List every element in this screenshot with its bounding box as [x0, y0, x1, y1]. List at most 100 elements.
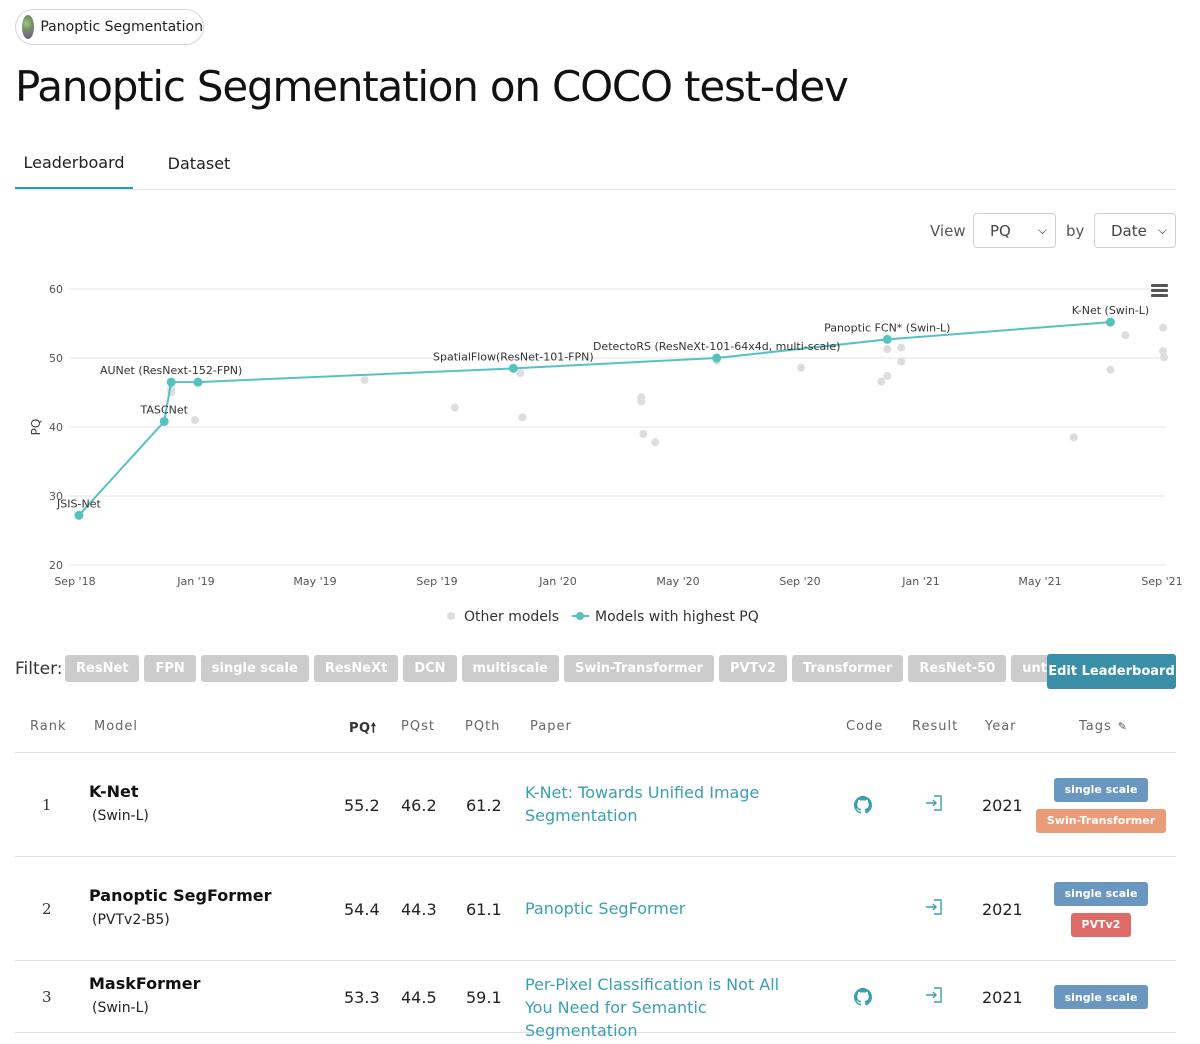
filter-tag[interactable]: DCN — [403, 655, 457, 682]
x-tick-label: May '20 — [656, 575, 699, 588]
header-pqst[interactable]: PQst — [401, 719, 435, 734]
tab-leaderboard[interactable]: Leaderboard — [15, 138, 133, 189]
edit-leaderboard-button[interactable]: Edit Leaderboard — [1047, 654, 1176, 689]
row-tags: single scale — [1042, 985, 1160, 1009]
result-icon[interactable] — [925, 987, 943, 1003]
other-model-point — [897, 357, 906, 366]
other-model-point — [1121, 331, 1130, 340]
header-tags[interactable]: Tags ✎ — [1079, 719, 1128, 734]
tab-bar: Leaderboard Dataset — [15, 138, 1176, 190]
paper-link[interactable]: Per-Pixel Classification is Not All You … — [525, 973, 795, 1042]
filter-tag[interactable]: PVTv2 — [718, 655, 787, 682]
sota-point — [193, 377, 203, 387]
other-model-point — [1106, 365, 1115, 374]
model-variant: (PVTv2-B5) — [92, 912, 170, 928]
filter-tag-list: ResNet FPN single scale ResNeXt DCN multiscal… — [65, 655, 1104, 682]
rank-cell: 2 — [42, 900, 52, 918]
filter-tag[interactable]: Swin-Transformer — [563, 655, 714, 682]
sota-point — [74, 510, 84, 520]
legend-marker-best — [576, 612, 584, 620]
x-tick-label: Jan '20 — [538, 575, 576, 588]
point-label: JSIS-Net — [56, 497, 101, 510]
header-code[interactable]: Code — [846, 719, 883, 734]
filter-tag[interactable]: single scale — [200, 655, 309, 682]
by-select[interactable]: Date ⌵ — [1094, 213, 1176, 248]
filter-tag[interactable]: ResNeXt — [313, 655, 399, 682]
year-cell: 2021 — [982, 900, 1023, 919]
model-name[interactable]: Panoptic SegFormer — [89, 886, 272, 905]
pq-value: 53.3 — [344, 988, 380, 1007]
other-model-point — [450, 403, 459, 412]
task-pill[interactable]: Panoptic Segmentation — [15, 9, 204, 45]
by-label: by — [1066, 222, 1085, 240]
result-icon[interactable] — [925, 795, 943, 811]
model-variant: (Swin-L) — [92, 808, 149, 824]
model-name[interactable]: K-Net — [89, 782, 139, 801]
edit-tags-icon[interactable]: ✎ — [1118, 720, 1128, 733]
leaderboard-table: Rank Model PQ🠕 PQst PQth Paper Code Resu… — [15, 705, 1176, 1040]
paper-link[interactable]: K-Net: Towards Unified Image Segmentatio… — [525, 781, 795, 827]
other-model-point — [796, 363, 805, 372]
other-model-point — [360, 376, 369, 385]
model-name[interactable]: MaskFormer — [89, 974, 200, 993]
pqth-value: 59.1 — [466, 988, 502, 1007]
filter-label: Filter: — [15, 659, 63, 679]
filter-tag[interactable]: Transformer — [791, 655, 904, 682]
pqst-value: 46.2 — [401, 796, 437, 815]
row-tag[interactable]: Swin-Transformer — [1035, 808, 1167, 833]
filter-tag[interactable]: ResNet — [65, 655, 140, 682]
pqst-value: 44.3 — [401, 900, 437, 919]
y-tick-label: 40 — [49, 421, 63, 434]
paper-link[interactable]: Panoptic SegFormer — [525, 897, 795, 920]
header-tags-label: Tags — [1079, 719, 1112, 734]
header-model[interactable]: Model — [94, 719, 138, 734]
other-model-point — [651, 438, 660, 447]
point-label: SpatialFlow(ResNet-101-FPN) — [433, 350, 594, 363]
rank-cell: 1 — [42, 796, 52, 814]
github-icon[interactable] — [854, 796, 872, 814]
sota-point — [1105, 317, 1115, 327]
filter-tag[interactable]: ResNet-50 — [908, 655, 1007, 682]
header-result[interactable]: Result — [912, 719, 958, 734]
task-thumbnail — [22, 15, 35, 39]
result-icon[interactable] — [925, 899, 943, 915]
point-label: DetectoRS (ResNeXt-101-64x4d, multi-scal… — [593, 340, 840, 353]
row-tag[interactable]: single scale — [1053, 985, 1149, 1009]
table-row[interactable]: 3 MaskFormer (Swin-L) 53.3 44.5 59.1 Per-Pixel… — [15, 961, 1176, 1040]
row-tag[interactable]: PVTv2 — [1070, 912, 1132, 937]
header-rank[interactable]: Rank — [30, 719, 66, 734]
chevron-down-icon: ⌵ — [1157, 223, 1167, 237]
other-model-point — [516, 369, 525, 378]
y-tick-label: 60 — [49, 283, 63, 296]
header-pqth[interactable]: PQth — [465, 719, 500, 734]
legend-marker-other — [447, 612, 455, 620]
github-icon[interactable] — [854, 988, 872, 1006]
pq-value: 55.2 — [344, 796, 380, 815]
legend-label-best: Models with highest PQ — [595, 609, 759, 625]
row-tag[interactable]: single scale — [1053, 777, 1149, 802]
x-tick-label: May '19 — [293, 575, 336, 588]
header-year[interactable]: Year — [985, 719, 1017, 734]
chart-menu-icon[interactable] — [1151, 284, 1168, 298]
point-label: Panoptic FCN* (Swin-L) — [824, 321, 950, 334]
header-pq[interactable]: PQ🠕 — [349, 719, 377, 741]
y-tick-label: 20 — [49, 559, 63, 572]
row-tag[interactable]: single scale — [1053, 881, 1149, 906]
filter-tag[interactable]: FPN — [144, 655, 196, 682]
filter-tag[interactable]: multiscale — [461, 655, 559, 682]
tab-dataset[interactable]: Dataset — [153, 138, 245, 189]
model-variant: (Swin-L) — [92, 1000, 149, 1016]
pqst-value: 44.5 — [401, 988, 437, 1007]
sort-up-icon: 🠕 — [370, 721, 377, 736]
chevron-down-icon: ⌵ — [1037, 223, 1047, 237]
point-label: AUNet (ResNext-152-FPN) — [100, 364, 242, 377]
page-title: Panoptic Segmentation on COCO test-dev — [15, 62, 849, 111]
metric-select[interactable]: PQ ⌵ — [973, 213, 1056, 248]
table-row[interactable]: 2 Panoptic SegFormer (PVTv2-B5) 54.4 44.3 61.… — [15, 857, 1176, 961]
other-model-point — [883, 345, 892, 354]
pqth-value: 61.1 — [466, 900, 502, 919]
point-label: TASCNet — [140, 403, 189, 416]
table-row[interactable]: 1 K-Net (Swin-L) 55.2 46.2 61.2 K-Net: Towards… — [15, 753, 1176, 857]
pq-chart: 2030405060PQSep '18 Jan '19 May '19 Sep '19… — [29, 283, 1183, 625]
header-paper[interactable]: Paper — [530, 719, 572, 734]
